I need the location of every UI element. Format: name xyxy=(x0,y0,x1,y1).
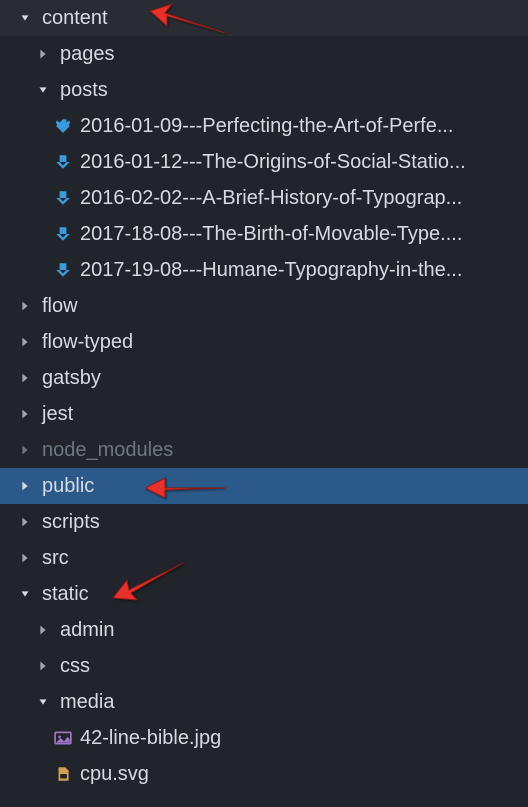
file-label: 2016-02-02---A-Brief-History-of-Typograp… xyxy=(80,187,528,210)
folder-admin[interactable]: admin xyxy=(0,612,528,648)
file-image[interactable]: 42-line-bible.jpg xyxy=(0,720,528,756)
file-label: 42-line-bible.jpg xyxy=(80,727,528,750)
folder-label: css xyxy=(50,655,528,678)
folder-node-modules[interactable]: node_modules xyxy=(0,432,528,468)
file-markdown[interactable]: 2017-18-08---The-Birth-of-Movable-Type..… xyxy=(0,216,528,252)
folder-label: jest xyxy=(32,403,528,426)
folder-scripts[interactable]: scripts xyxy=(0,504,528,540)
file-label: 2016-01-09---Perfecting-the-Art-of-Perfe… xyxy=(80,115,528,138)
svg-icon xyxy=(54,765,72,783)
folder-flow-typed[interactable]: flow-typed xyxy=(0,324,528,360)
chevron-right-icon xyxy=(18,551,32,565)
folder-static[interactable]: static xyxy=(0,576,528,612)
markdown-icon xyxy=(54,189,72,207)
file-markdown[interactable]: 2016-01-09---Perfecting-the-Art-of-Perfe… xyxy=(0,108,528,144)
folder-content[interactable]: content xyxy=(0,0,528,36)
folder-label: posts xyxy=(50,79,528,102)
chevron-down-icon xyxy=(36,83,50,97)
folder-label: static xyxy=(32,583,528,606)
folder-label: flow xyxy=(32,295,528,318)
folder-label: gatsby xyxy=(32,367,528,390)
folder-css[interactable]: css xyxy=(0,648,528,684)
file-label: 2017-18-08---The-Birth-of-Movable-Type..… xyxy=(80,223,528,246)
folder-label: scripts xyxy=(32,511,528,534)
folder-label: content xyxy=(32,7,528,30)
folder-label: admin xyxy=(50,619,528,642)
folder-label: public xyxy=(32,475,528,498)
file-svg[interactable]: cpu.svg xyxy=(0,756,528,792)
chevron-right-icon xyxy=(36,623,50,637)
file-markdown[interactable]: 2016-02-02---A-Brief-History-of-Typograp… xyxy=(0,180,528,216)
chevron-down-icon xyxy=(18,587,32,601)
file-label: cpu.svg xyxy=(80,763,528,786)
chevron-right-icon xyxy=(18,407,32,421)
folder-flow[interactable]: flow xyxy=(0,288,528,324)
file-label: 2016-01-12---The-Origins-of-Social-Stati… xyxy=(80,151,528,174)
folder-public[interactable]: public xyxy=(0,468,528,504)
folder-label: media xyxy=(50,691,528,714)
folder-label: pages xyxy=(50,43,528,66)
file-tree: content pages posts 2016-01-09---Perfect… xyxy=(0,0,528,792)
folder-label: flow-typed xyxy=(32,331,528,354)
chevron-right-icon xyxy=(18,371,32,385)
folder-label: node_modules xyxy=(32,439,528,462)
chevron-right-icon xyxy=(18,299,32,313)
folder-media[interactable]: media xyxy=(0,684,528,720)
chevron-right-icon xyxy=(18,515,32,529)
file-markdown[interactable]: 2016-01-12---The-Origins-of-Social-Stati… xyxy=(0,144,528,180)
folder-label: src xyxy=(32,547,528,570)
folder-gatsby[interactable]: gatsby xyxy=(0,360,528,396)
markdown-icon xyxy=(54,117,72,135)
chevron-right-icon xyxy=(18,479,32,493)
chevron-right-icon xyxy=(36,659,50,673)
file-label: 2017-19-08---Humane-Typography-in-the... xyxy=(80,259,528,282)
chevron-down-icon xyxy=(36,695,50,709)
chevron-right-icon xyxy=(36,47,50,61)
folder-src[interactable]: src xyxy=(0,540,528,576)
folder-pages[interactable]: pages xyxy=(0,36,528,72)
image-icon xyxy=(54,729,72,747)
chevron-right-icon xyxy=(18,335,32,349)
chevron-right-icon xyxy=(18,443,32,457)
folder-posts[interactable]: posts xyxy=(0,72,528,108)
markdown-icon xyxy=(54,261,72,279)
markdown-icon xyxy=(54,225,72,243)
folder-jest[interactable]: jest xyxy=(0,396,528,432)
file-markdown[interactable]: 2017-19-08---Humane-Typography-in-the... xyxy=(0,252,528,288)
markdown-icon xyxy=(54,153,72,171)
chevron-down-icon xyxy=(18,11,32,25)
